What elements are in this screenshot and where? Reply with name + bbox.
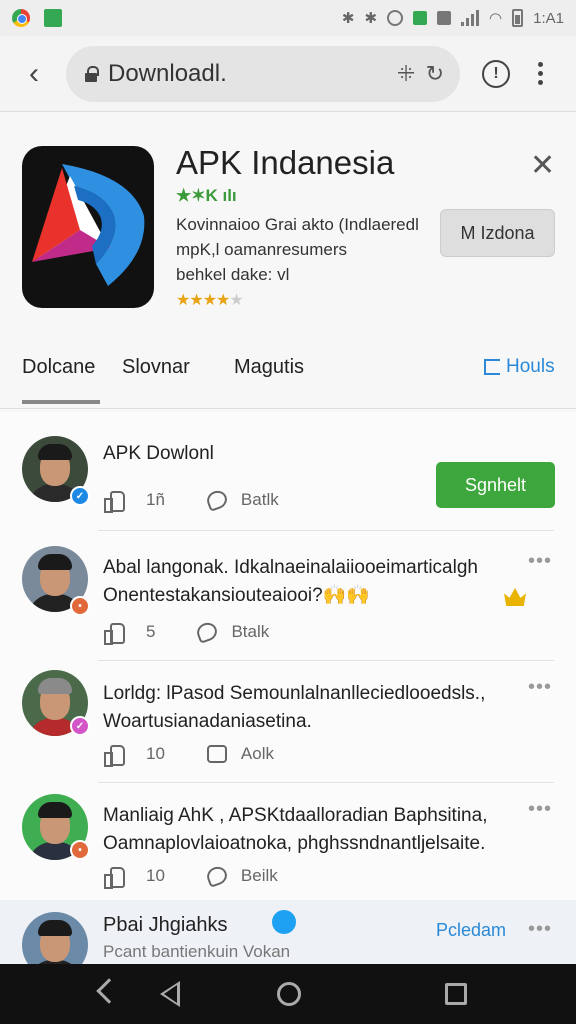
like-icon[interactable]: [104, 622, 125, 645]
lock-icon: [84, 65, 99, 82]
tab-indicator: [22, 400, 100, 404]
url-text: Downloadl.: [108, 59, 227, 87]
verified-badge-icon: ✓: [70, 486, 90, 506]
tab-houls[interactable]: Houls: [484, 356, 555, 378]
like-icon[interactable]: [104, 490, 125, 513]
divider: [98, 660, 554, 661]
post-actions: 10 Aolk: [104, 744, 274, 767]
like-count: 5: [146, 622, 156, 641]
bluetooth-icon: ✱: [341, 10, 355, 27]
comment-feed: ✓ APK Dowlonl Sgnhelt 1ñ Batlk • Abal la…: [0, 412, 576, 978]
chrome-icon: [12, 9, 30, 27]
divider: [0, 408, 576, 409]
app-description: Kovinnaioo Grai akto (Indlaeredl mpK,l o…: [176, 212, 436, 287]
twitter-icon: [272, 910, 296, 934]
comment-label[interactable]: Aolk: [241, 744, 274, 764]
install-button[interactable]: M Izdona: [440, 209, 555, 257]
app-description-line: Kovinnaioo Grai akto (Indlaeredl: [176, 215, 419, 234]
vibrate-icon: ✱: [364, 10, 378, 27]
more-icon[interactable]: •••: [528, 918, 552, 941]
rating-stars: ★★★★★: [176, 292, 244, 309]
badge-icon: ✓: [70, 716, 90, 736]
tab-dolcane[interactable]: Dolcane: [22, 356, 95, 379]
recents-icon[interactable]: [445, 983, 467, 1005]
app-description-line: behkel dake: vl: [176, 265, 290, 284]
like-icon[interactable]: [104, 866, 125, 889]
navigation-bar: [0, 964, 576, 1024]
browser-toolbar: ‹ Downloadl. ꔰ ↻ !: [0, 36, 576, 112]
back-icon[interactable]: [96, 978, 122, 1004]
overflow-menu-icon[interactable]: [538, 62, 543, 85]
badge-icon: •: [70, 596, 90, 616]
back-triangle-icon[interactable]: [160, 981, 180, 1007]
clock: 1:A1: [533, 9, 564, 27]
divider: [98, 782, 554, 783]
tab-houls-label: Houls: [506, 356, 555, 377]
comment-icon[interactable]: [206, 745, 227, 763]
more-icon[interactable]: •••: [528, 676, 552, 699]
notification-icon: [437, 11, 452, 25]
post-title: Manliaig AhK , APSKtdaalloradian Baphsit…: [103, 805, 488, 854]
like-count: 1ñ: [146, 490, 165, 509]
signal-icon: [461, 10, 480, 26]
reload-icon[interactable]: ↻: [426, 61, 444, 87]
comment-icon[interactable]: [204, 864, 230, 888]
post-link[interactable]: Pcledam: [436, 920, 506, 941]
alarm-icon: [387, 10, 404, 26]
app-card: APK Indanesia ✕ ★✶K ılı Kovinnaioo Grai …: [0, 112, 576, 412]
more-icon[interactable]: •••: [528, 550, 552, 573]
download-icon: [44, 9, 62, 27]
comment-icon[interactable]: [204, 488, 230, 512]
like-icon[interactable]: [104, 744, 125, 767]
nfc-icon: [413, 11, 428, 25]
wifi-icon: ◠: [489, 10, 503, 27]
comment-icon[interactable]: [194, 620, 220, 644]
home-icon[interactable]: [277, 982, 301, 1006]
like-count: 10: [146, 744, 165, 763]
comment-label[interactable]: Btalk: [231, 622, 269, 642]
post-title: Abal langonak. Idkalnaeinalaiiooeimartic…: [103, 557, 478, 606]
comment-label[interactable]: Batlk: [241, 490, 279, 510]
back-button[interactable]: ‹: [16, 56, 52, 92]
address-bar[interactable]: Downloadl. ꔰ ↻: [66, 45, 460, 102]
divider: [98, 530, 554, 531]
translate-icon[interactable]: ꔰ: [396, 61, 415, 87]
badge-icon: •: [70, 840, 90, 860]
post-title: Lorldg: lPasod Semounlalnanlleciedlooeds…: [103, 683, 486, 732]
app-description-line: mpK,l oamanresumers: [176, 240, 348, 259]
like-count: 10: [146, 866, 165, 885]
close-icon[interactable]: ✕: [530, 148, 555, 183]
comment-label[interactable]: Beilk: [241, 866, 278, 886]
app-developer: ★✶K ılı: [176, 186, 237, 205]
tab-slovnar[interactable]: Slovnar: [122, 356, 190, 379]
status-bar: ✱ ✱ ◠ 1:A1: [0, 0, 576, 36]
more-icon[interactable]: •••: [528, 798, 552, 821]
tab-bar: Dolcane Slovnar Magutis Houls: [0, 338, 576, 408]
app-title: APK Indanesia: [176, 144, 395, 181]
flag-icon: [484, 359, 500, 375]
follow-button[interactable]: Sgnhelt: [436, 462, 555, 508]
post-subtitle: Pcant bantienkuin Vokan: [103, 942, 291, 961]
info-button[interactable]: !: [482, 59, 510, 88]
tab-magutis[interactable]: Magutis: [234, 356, 304, 379]
feed-post: Pbai Jhgiahks Pcant bantienkuin Vokan Pc…: [0, 900, 576, 978]
battery-icon: [512, 9, 524, 27]
post-title: Pbai Jhgiahks: [103, 914, 228, 936]
app-logo[interactable]: [22, 146, 154, 308]
post-actions: 5 Btalk: [104, 620, 269, 645]
post-actions: 1ñ Batlk: [104, 488, 279, 513]
post-actions: 10 Beilk: [104, 864, 278, 889]
